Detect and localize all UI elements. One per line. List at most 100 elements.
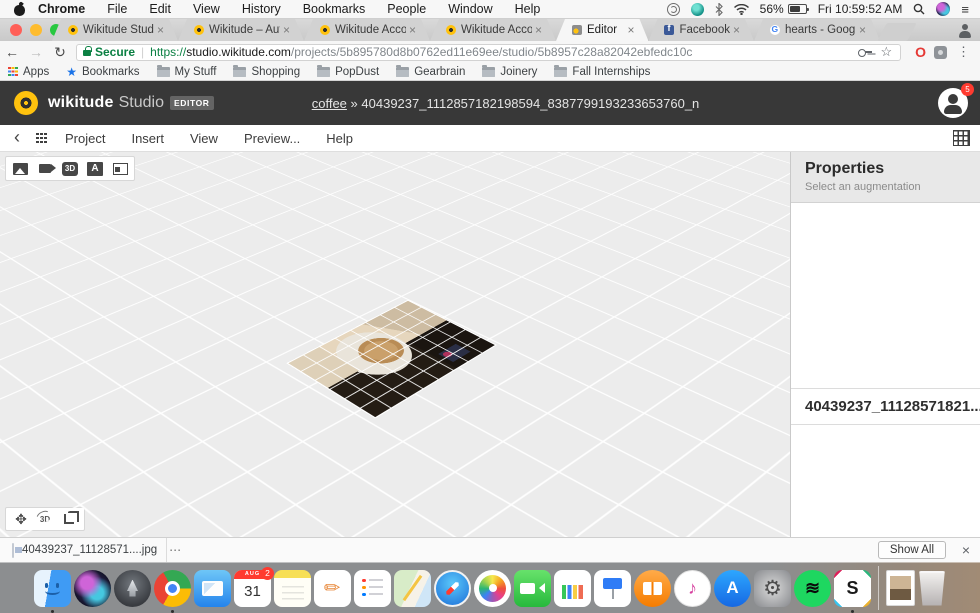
add-video-tool[interactable] <box>34 159 56 178</box>
menubar-item[interactable]: People <box>387 2 426 16</box>
extension-o-icon[interactable]: O <box>915 44 926 60</box>
ibooks-icon[interactable] <box>634 570 671 607</box>
add-image-tool[interactable] <box>9 159 31 178</box>
show-all-downloads-button[interactable]: Show All <box>878 541 946 559</box>
editor-menu-item[interactable]: Insert <box>131 131 164 146</box>
editor-menu-item[interactable]: Project <box>65 131 105 146</box>
wifi-icon[interactable] <box>734 4 749 15</box>
bookmark-item[interactable]: Joinery <box>482 66 537 78</box>
mail-icon[interactable] <box>194 570 231 607</box>
browser-tab[interactable]: Wikitude – Authentica × <box>178 19 304 41</box>
address-bar[interactable]: Secure | https://studio.wikitude.com/pro… <box>76 44 901 61</box>
bookmark-item[interactable]: Fall Internships <box>554 66 650 78</box>
url-text[interactable]: https://studio.wikitude.com/projects/5b8… <box>150 45 852 59</box>
editor-menu-item[interactable]: Preview... <box>244 131 300 146</box>
crop-tool[interactable] <box>60 511 78 527</box>
breadcrumb-project-link[interactable]: coffee <box>312 96 347 111</box>
downloaded-file-chip[interactable]: 40439237_11128571....jpg ⋯ <box>0 538 167 562</box>
siri-icon[interactable] <box>74 570 111 607</box>
browser-tab[interactable]: Wikitude Studio - Aug × <box>52 19 178 41</box>
itunes-icon[interactable] <box>674 570 711 607</box>
menubar-item[interactable]: Help <box>515 2 541 16</box>
tab-close-button[interactable]: × <box>535 24 542 36</box>
bookmark-item[interactable]: Shopping <box>233 66 300 78</box>
maps-icon[interactable] <box>394 570 431 607</box>
editor-back-button[interactable]: ‹ <box>14 127 20 148</box>
rotate-3d-tool[interactable]: 3D <box>36 511 54 527</box>
move-tool[interactable]: ✥ <box>12 511 30 527</box>
extension-square-icon[interactable] <box>934 46 947 59</box>
spotify-icon[interactable] <box>794 570 831 607</box>
wikitude-logo-icon[interactable] <box>14 91 38 115</box>
bookmark-item[interactable]: Apps <box>8 66 49 78</box>
facetime-icon[interactable] <box>514 570 551 607</box>
bookmark-item[interactable]: PopDust <box>317 66 379 78</box>
tab-close-button[interactable]: × <box>409 24 416 36</box>
keynote-icon[interactable] <box>594 570 631 607</box>
forward-button[interactable]: → <box>24 44 48 60</box>
bookmark-item[interactable]: Gearbrain <box>396 66 465 78</box>
notification-center-icon[interactable]: ≡ <box>961 2 968 17</box>
window-minimize-button[interactable] <box>30 24 42 36</box>
tab-close-button[interactable]: × <box>283 24 290 36</box>
augmentation-list-item[interactable]: 40439237_11128571821... <box>791 388 980 425</box>
extension-teal-icon[interactable] <box>691 3 704 16</box>
bookmark-item[interactable]: My Stuff <box>157 66 217 78</box>
browser-tab[interactable]: Facebook × <box>648 19 754 41</box>
apple-menu-icon[interactable] <box>14 3 26 16</box>
spotlight-search-icon[interactable] <box>913 3 925 15</box>
divider-icon[interactable] <box>874 570 883 607</box>
appstore-icon[interactable] <box>714 570 751 607</box>
browser-tab[interactable]: Wikitude Account × <box>430 19 556 41</box>
slack-icon[interactable] <box>834 570 871 607</box>
menubar-item[interactable]: File <box>107 2 127 16</box>
tab-close-button[interactable]: × <box>157 24 164 36</box>
bookmark-star-icon[interactable]: ☆ <box>880 44 892 60</box>
menubar-item[interactable]: Window <box>448 2 492 16</box>
editor-menu-item[interactable]: Help <box>326 131 353 146</box>
add-widget-tool[interactable] <box>109 159 131 178</box>
add-3d-model-tool[interactable]: 3D <box>59 159 81 178</box>
layout-grid-icon[interactable] <box>953 130 970 146</box>
menubar-item[interactable]: View <box>193 2 220 16</box>
photos-icon[interactable] <box>474 570 511 607</box>
reminders-icon[interactable] <box>354 570 391 607</box>
tab-close-button[interactable]: × <box>627 24 634 36</box>
notes-icon[interactable] <box>274 570 311 607</box>
scene-canvas[interactable]: 3D A ✥ 3D <box>0 152 790 537</box>
menubar-clock[interactable]: Fri 10:59:52 AM <box>818 2 903 16</box>
trash-icon[interactable] <box>918 571 946 606</box>
download-options-icon[interactable]: ⋯ <box>169 543 182 557</box>
back-button[interactable]: ← <box>0 44 24 60</box>
finder-icon[interactable] <box>34 570 71 607</box>
sysprefs-icon[interactable] <box>754 570 791 607</box>
safari-icon[interactable] <box>434 570 471 607</box>
new-tab-button[interactable] <box>877 23 917 41</box>
chrome-menu-button[interactable]: ⋮ <box>955 44 980 60</box>
window-close-button[interactable] <box>10 24 22 36</box>
menubar-item[interactable]: History <box>242 2 281 16</box>
browser-tab[interactable]: Wikitude Account × <box>304 19 430 41</box>
editor-menu-item[interactable]: View <box>190 131 218 146</box>
launchpad-icon[interactable] <box>114 570 151 607</box>
numbers-icon[interactable] <box>554 570 591 607</box>
download-file-icon[interactable] <box>886 570 915 606</box>
tab-close-button[interactable]: × <box>859 24 866 36</box>
projects-grid-icon[interactable] <box>36 133 47 144</box>
siri-icon[interactable] <box>936 2 950 16</box>
menubar-item[interactable]: Bookmarks <box>303 2 366 16</box>
chrome-icon[interactable] <box>154 570 191 607</box>
add-text-tool[interactable]: A <box>84 159 106 178</box>
bookmark-item[interactable]: ★ Bookmarks <box>66 66 139 78</box>
menubar-item[interactable]: Edit <box>149 2 171 16</box>
extension-swirl-icon[interactable] <box>667 3 680 16</box>
pages-icon[interactable] <box>314 570 351 607</box>
downloads-close-button[interactable]: × <box>962 542 970 558</box>
browser-tab[interactable]: Editor × <box>556 19 648 41</box>
menubar-item[interactable]: Chrome <box>38 2 85 16</box>
password-key-icon[interactable] <box>858 48 872 56</box>
browser-profile-icon[interactable] <box>957 23 972 38</box>
calendar-icon[interactable]: AUG 31 2 <box>234 570 271 607</box>
secure-label[interactable]: Secure <box>95 45 135 59</box>
ssl-lock-icon[interactable] <box>83 50 91 56</box>
